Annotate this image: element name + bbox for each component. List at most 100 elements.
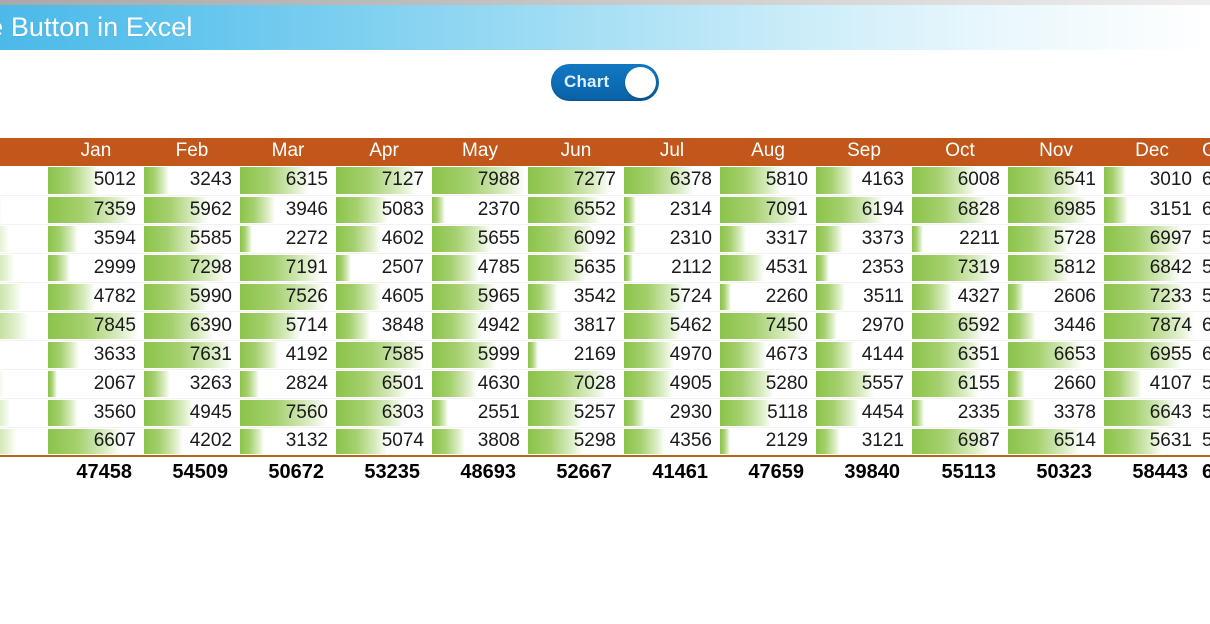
cell-jan[interactable]: 3633	[48, 340, 144, 370]
totals-cell-mar[interactable]: 50672	[240, 455, 336, 488]
cell-mar[interactable]: 3132	[240, 427, 336, 457]
cell-mar[interactable]: 4192	[240, 340, 336, 370]
column-header-jun[interactable]: Jun	[528, 138, 624, 166]
cell-mar[interactable]: 7191	[240, 253, 336, 283]
totals-cell-dec[interactable]: 58443	[1104, 455, 1200, 488]
cell-sep[interactable]: 3121	[816, 427, 912, 457]
cell-may[interactable]: 7988	[432, 166, 528, 196]
cell-grand-total[interactable]: 6	[1200, 195, 1210, 225]
cell-sep[interactable]: 6194	[816, 195, 912, 225]
totals-cell-feb[interactable]: 54509	[144, 455, 240, 488]
column-header-jul[interactable]: Jul	[624, 138, 720, 166]
cell-may[interactable]: 5655	[432, 224, 528, 254]
cell-aug[interactable]: 2260	[720, 282, 816, 312]
cell-nov[interactable]: 2606	[1008, 282, 1104, 312]
cell-mar[interactable]: 2272	[240, 224, 336, 254]
cell-clipped[interactable]	[0, 224, 48, 254]
cell-grand-total[interactable]: 5	[1200, 427, 1210, 457]
column-header-mar[interactable]: Mar	[240, 138, 336, 166]
cell-clipped[interactable]	[0, 166, 48, 196]
cell-nov[interactable]: 5812	[1008, 253, 1104, 283]
column-header-sep[interactable]: Sep	[816, 138, 912, 166]
cell-jul[interactable]: 2112	[624, 253, 720, 283]
cell-clipped[interactable]	[0, 369, 48, 399]
cell-apr[interactable]: 6303	[336, 398, 432, 428]
cell-jun[interactable]: 6552	[528, 195, 624, 225]
cell-dec[interactable]: 7874	[1104, 311, 1200, 341]
totals-cell-grand-total[interactable]: 60	[1200, 455, 1210, 488]
cell-grand-total[interactable]: 6	[1200, 340, 1210, 370]
column-header-apr[interactable]: Apr	[336, 138, 432, 166]
cell-aug[interactable]: 5280	[720, 369, 816, 399]
cell-sep[interactable]: 3511	[816, 282, 912, 312]
cell-jul[interactable]: 6378	[624, 166, 720, 196]
cell-dec[interactable]: 6842	[1104, 253, 1200, 283]
cell-jun[interactable]: 2169	[528, 340, 624, 370]
totals-cell-nov[interactable]: 50323	[1008, 455, 1104, 488]
cell-dec[interactable]: 6955	[1104, 340, 1200, 370]
cell-jun[interactable]: 3542	[528, 282, 624, 312]
cell-jul[interactable]: 5724	[624, 282, 720, 312]
cell-sep[interactable]: 2970	[816, 311, 912, 341]
cell-feb[interactable]: 6390	[144, 311, 240, 341]
cell-grand-total[interactable]: 5	[1200, 282, 1210, 312]
cell-nov[interactable]: 3378	[1008, 398, 1104, 428]
cell-dec[interactable]: 3151	[1104, 195, 1200, 225]
totals-cell-aug[interactable]: 47659	[720, 455, 816, 488]
cell-nov[interactable]: 2660	[1008, 369, 1104, 399]
column-header-aug[interactable]: Aug	[720, 138, 816, 166]
cell-clipped[interactable]	[0, 427, 48, 457]
cell-apr[interactable]: 4602	[336, 224, 432, 254]
cell-feb[interactable]: 7631	[144, 340, 240, 370]
cell-mar[interactable]: 7560	[240, 398, 336, 428]
cell-may[interactable]: 5999	[432, 340, 528, 370]
cell-oct[interactable]: 4327	[912, 282, 1008, 312]
cell-nov[interactable]: 6514	[1008, 427, 1104, 457]
cell-apr[interactable]: 6501	[336, 369, 432, 399]
cell-oct[interactable]: 2211	[912, 224, 1008, 254]
cell-aug[interactable]: 4531	[720, 253, 816, 283]
cell-mar[interactable]: 7526	[240, 282, 336, 312]
cell-apr[interactable]: 5083	[336, 195, 432, 225]
cell-sep[interactable]: 4163	[816, 166, 912, 196]
cell-jan[interactable]: 5012	[48, 166, 144, 196]
cell-jul[interactable]: 4970	[624, 340, 720, 370]
column-header-jan[interactable]: Jan	[48, 138, 144, 166]
cell-jun[interactable]: 3817	[528, 311, 624, 341]
cell-clipped[interactable]	[0, 340, 48, 370]
column-header-may[interactable]: May	[432, 138, 528, 166]
cell-grand-total[interactable]: 5	[1200, 369, 1210, 399]
cell-grand-total[interactable]: 6	[1200, 311, 1210, 341]
column-header-dec[interactable]: Dec	[1104, 138, 1200, 166]
cell-feb[interactable]: 4945	[144, 398, 240, 428]
cell-may[interactable]: 5965	[432, 282, 528, 312]
column-header-grand[interactable]: Grand T	[1200, 138, 1210, 166]
cell-aug[interactable]: 7091	[720, 195, 816, 225]
cell-clipped[interactable]	[0, 253, 48, 283]
cell-aug[interactable]: 4673	[720, 340, 816, 370]
totals-cell-may[interactable]: 48693	[432, 455, 528, 488]
cell-oct[interactable]: 6987	[912, 427, 1008, 457]
cell-sep[interactable]: 3373	[816, 224, 912, 254]
cell-jul[interactable]: 4905	[624, 369, 720, 399]
cell-feb[interactable]: 5962	[144, 195, 240, 225]
cell-may[interactable]: 2551	[432, 398, 528, 428]
cell-nov[interactable]: 3446	[1008, 311, 1104, 341]
cell-may[interactable]: 4785	[432, 253, 528, 283]
cell-nov[interactable]: 6541	[1008, 166, 1104, 196]
cell-jul[interactable]: 5462	[624, 311, 720, 341]
cell-sep[interactable]: 2353	[816, 253, 912, 283]
cell-feb[interactable]: 7298	[144, 253, 240, 283]
cell-feb[interactable]: 5585	[144, 224, 240, 254]
cell-apr[interactable]: 7127	[336, 166, 432, 196]
cell-jan[interactable]: 7359	[48, 195, 144, 225]
cell-mar[interactable]: 3946	[240, 195, 336, 225]
cell-clipped[interactable]	[0, 195, 48, 225]
cell-grand-total[interactable]: 5	[1200, 253, 1210, 283]
cell-oct[interactable]: 6828	[912, 195, 1008, 225]
cell-jul[interactable]: 2314	[624, 195, 720, 225]
totals-cell-jun[interactable]: 52667	[528, 455, 624, 488]
cell-jul[interactable]: 2930	[624, 398, 720, 428]
cell-jul[interactable]: 2310	[624, 224, 720, 254]
cell-oct[interactable]: 6351	[912, 340, 1008, 370]
